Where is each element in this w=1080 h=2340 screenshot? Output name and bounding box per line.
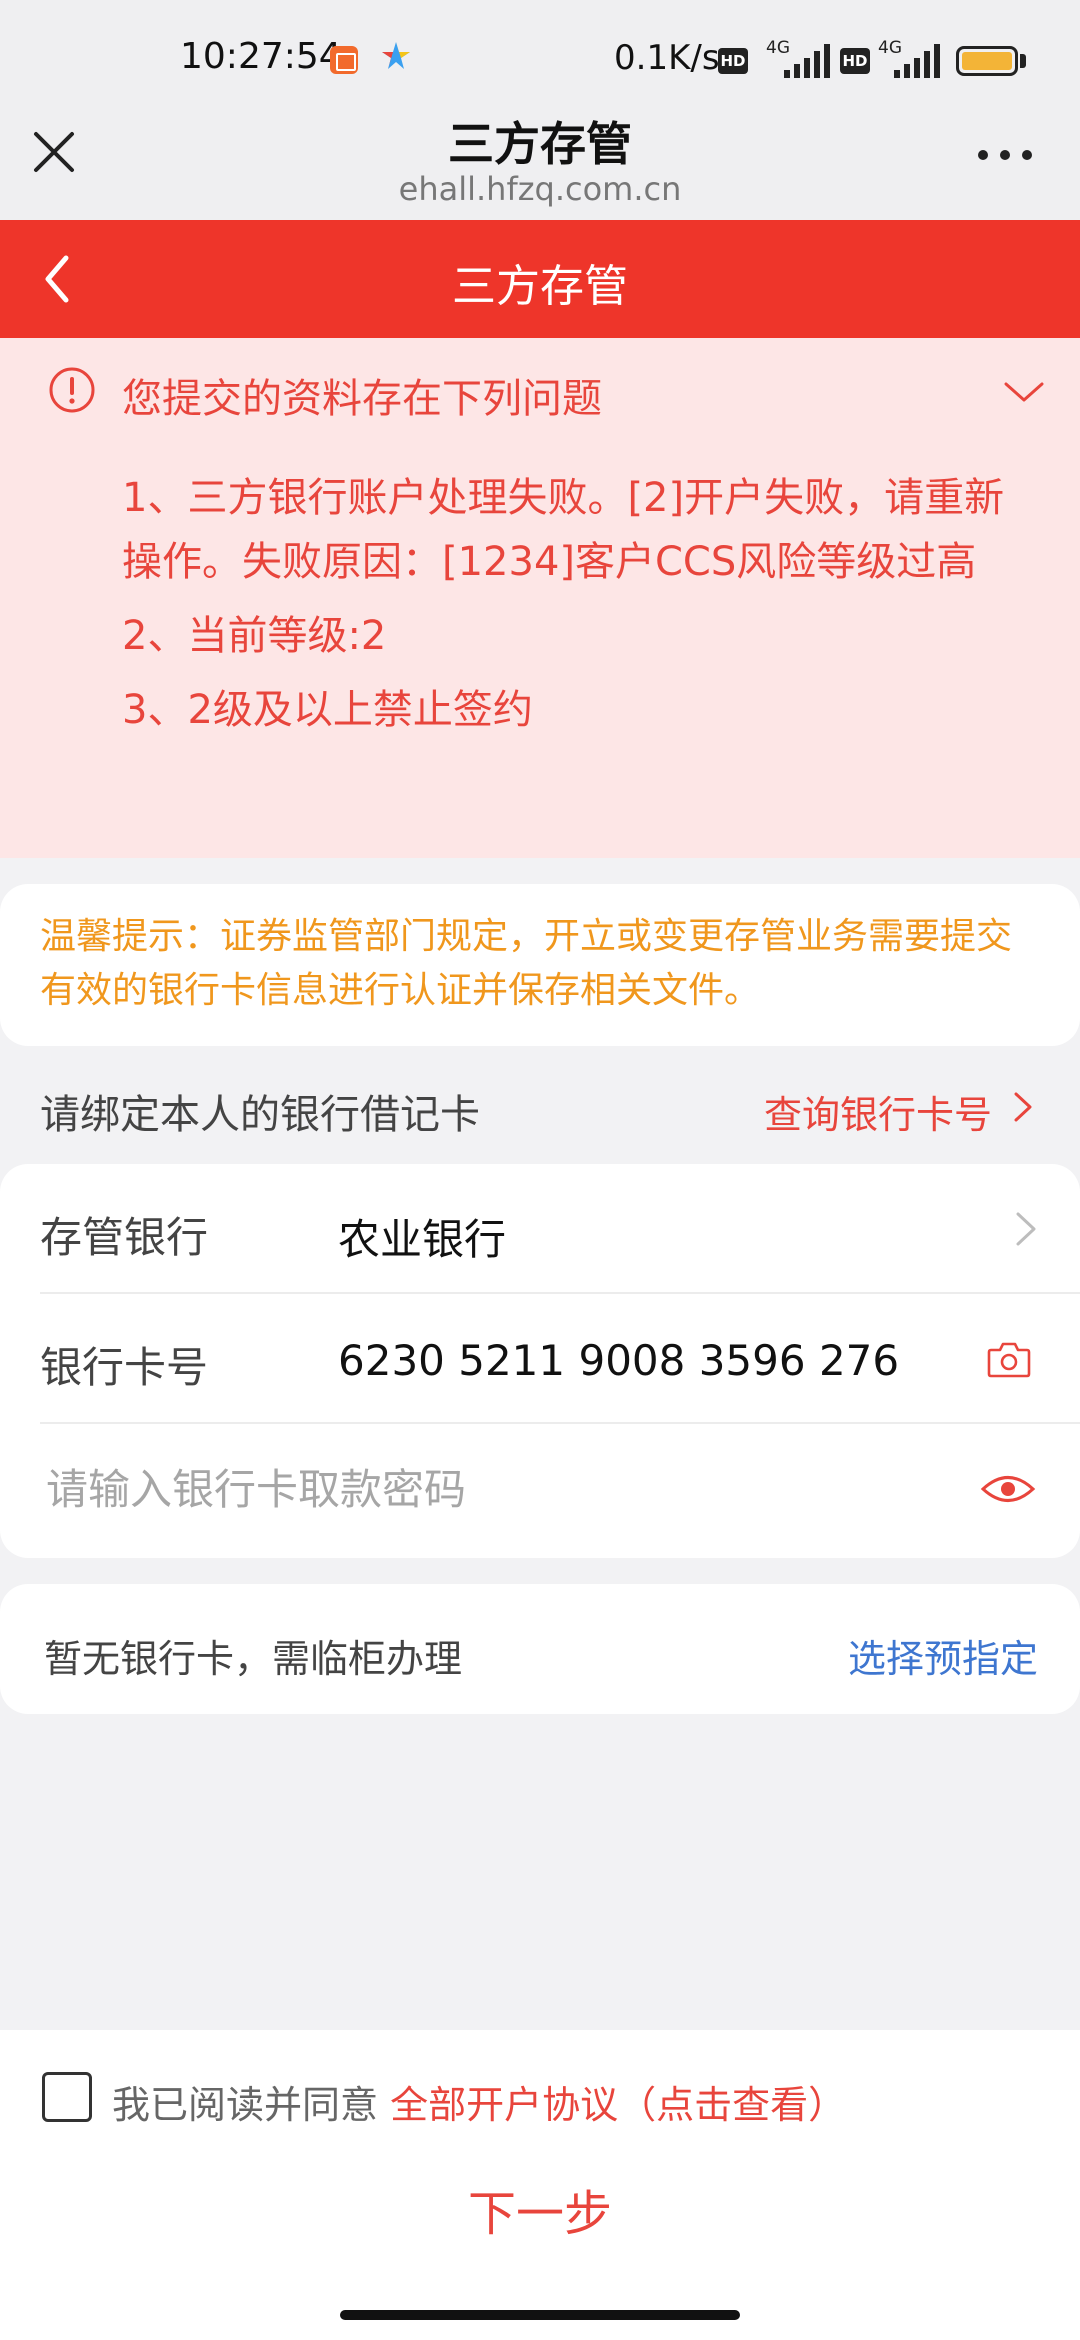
- error-item: 3、2级及以上禁止签约: [122, 687, 533, 733]
- bank-value: 农业银行: [338, 1215, 507, 1264]
- app-notification-icon: [382, 42, 410, 69]
- browser-header: 三方存管 ehall.hfzq.com.cn: [0, 100, 1080, 220]
- password-input[interactable]: [46, 1456, 926, 1522]
- card-number-row: 银行卡号 6230 5211 9008 3596 276: [0, 1294, 1080, 1424]
- agreement-text: 我已阅读并同意 全部开户协议（点击查看）: [112, 2074, 846, 2129]
- hd-icon-2: HD: [840, 48, 870, 74]
- next-step-button[interactable]: 下一步: [340, 2170, 740, 2260]
- battery-tip: [1020, 54, 1026, 68]
- error-item: 1、三方银行账户处理失败。[2]开户失败，请重新操作。失败原因：[1234]客户…: [122, 475, 1005, 585]
- pre-designate-link[interactable]: 选择预指定: [848, 1628, 1038, 1683]
- screen: 10:27:54 0.1K/s HD 4G HD 4G 三方存管 ehall.h…: [0, 0, 1080, 2340]
- status-bar: 10:27:54 0.1K/s HD 4G HD 4G: [0, 0, 1080, 100]
- browser-title: 三方存管: [448, 117, 632, 171]
- bank-select-row[interactable]: 存管银行 农业银行: [0, 1164, 1080, 1294]
- eye-icon[interactable]: [980, 1468, 1036, 1510]
- bank-form-card: 存管银行 农业银行 银行卡号 6230 5211 9008 3596 276: [0, 1164, 1080, 1558]
- no-card-row: 暂无银行卡，需临柜办理 选择预指定: [0, 1584, 1080, 1714]
- collapse-chevron-icon[interactable]: [1000, 368, 1048, 416]
- query-card-number-link[interactable]: 查询银行卡号: [764, 1084, 992, 1139]
- signal-strength-icon-2: [894, 44, 940, 78]
- chevron-right-icon[interactable]: [1012, 1208, 1040, 1250]
- agreement-link[interactable]: 全部开户协议（点击查看）: [390, 2083, 846, 2127]
- error-list: 1、三方银行账户处理失败。[2]开户失败，请重新操作。失败原因：[1234]客户…: [122, 466, 1032, 752]
- securities-app-icon: [330, 46, 358, 74]
- camera-icon[interactable]: [986, 1338, 1032, 1380]
- agreement-prefix: 我已阅读并同意: [112, 2083, 379, 2127]
- page-header: 三方存管: [0, 220, 1080, 338]
- error-panel: 您提交的资料存在下列问题 1、三方银行账户处理失败。[2]开户失败，请重新操作。…: [0, 338, 1080, 858]
- network-speed: 0.1K/s: [614, 38, 720, 78]
- error-heading: 您提交的资料存在下列问题: [122, 376, 602, 422]
- page-title: 三方存管: [452, 261, 628, 312]
- home-indicator[interactable]: [340, 2310, 740, 2320]
- chevron-right-icon[interactable]: [1010, 1090, 1036, 1124]
- agreement-checkbox[interactable]: [42, 2072, 92, 2122]
- browser-url: ehall.hfzq.com.cn: [398, 170, 682, 208]
- signal-strength-icon: [784, 44, 830, 78]
- tip-card: 温馨提示：证券监管部门规定，开立或变更存管业务需要提交有效的银行卡信息进行认证并…: [0, 884, 1080, 1046]
- bottom-panel: 我已阅读并同意 全部开户协议（点击查看） 下一步: [0, 2030, 1080, 2340]
- more-options-icon[interactable]: [970, 142, 1040, 166]
- tip-text: 温馨提示：证券监管部门规定，开立或变更存管业务需要提交有效的银行卡信息进行认证并…: [40, 916, 1013, 1011]
- warning-icon: [49, 367, 95, 413]
- bind-card-label: 请绑定本人的银行借记卡: [40, 1092, 480, 1138]
- no-card-label: 暂无银行卡，需临柜办理: [44, 1637, 463, 1681]
- password-row: [0, 1424, 1080, 1554]
- status-time: 10:27:54: [180, 36, 342, 77]
- error-item: 2、当前等级:2: [122, 613, 387, 659]
- bind-card-row: 请绑定本人的银行借记卡 查询银行卡号: [0, 1046, 1080, 1166]
- card-number-value[interactable]: 6230 5211 9008 3596 276: [338, 1336, 899, 1385]
- hd-icon: HD: [718, 48, 748, 74]
- battery-icon: [956, 46, 1018, 76]
- card-number-label: 银行卡号: [40, 1343, 209, 1392]
- bank-label: 存管银行: [40, 1213, 209, 1262]
